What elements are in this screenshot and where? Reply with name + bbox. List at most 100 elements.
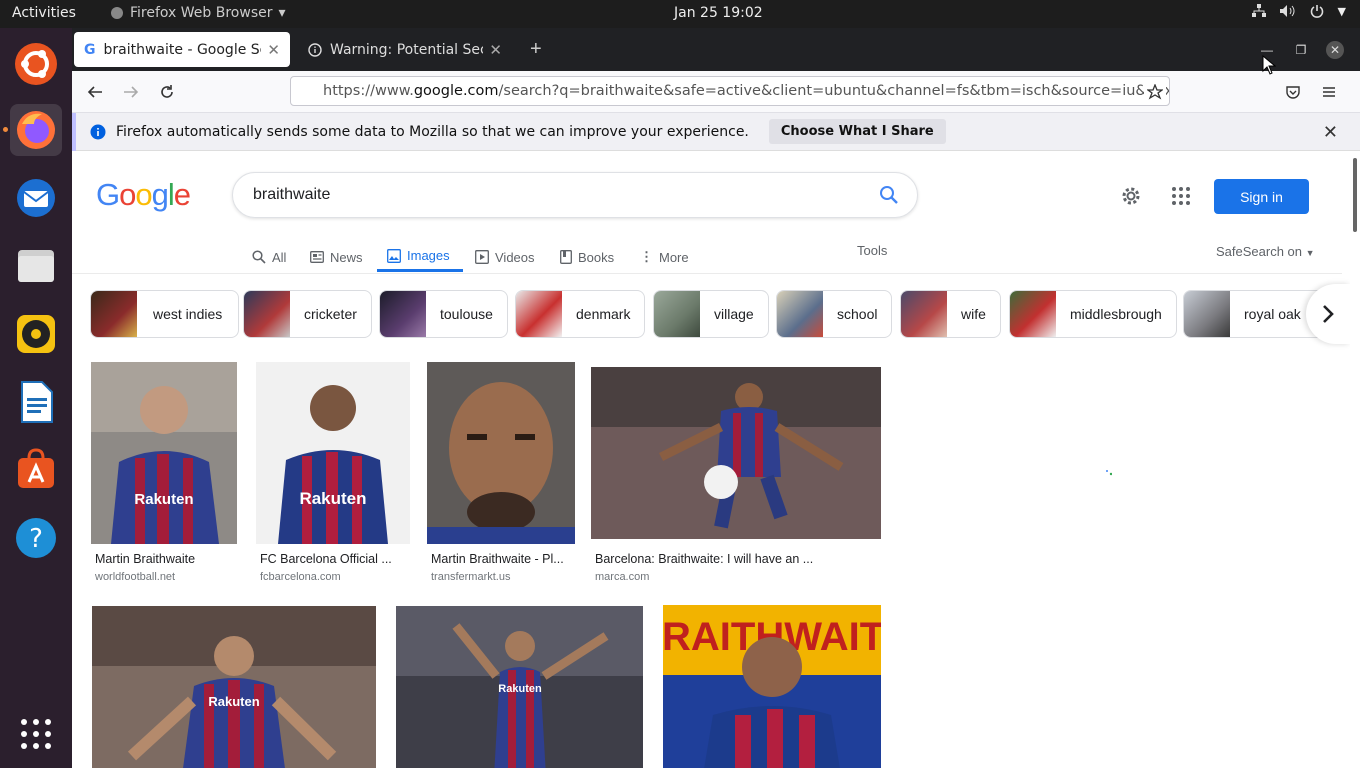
tools-button[interactable]: Tools: [857, 243, 887, 258]
result-caption: Martin Braithwaite - Pl...: [431, 552, 564, 566]
search-icon[interactable]: [879, 185, 899, 205]
tab-title: Warning: Potential Security Risk Ahead: [330, 41, 483, 58]
pocket-icon[interactable]: [1282, 81, 1304, 103]
files-icon[interactable]: [10, 240, 62, 292]
sign-in-button[interactable]: Sign in: [1214, 179, 1309, 214]
safesearch-toggle[interactable]: SafeSearch on ▼: [1216, 244, 1315, 259]
chip-denmark[interactable]: denmark: [515, 290, 646, 338]
sponsor-text: Rakuten: [498, 683, 542, 695]
chip-thumbnail: [1010, 291, 1056, 337]
image-result[interactable]: Barcelona: Braithwaite: I will have an .…: [591, 367, 881, 594]
tab-images[interactable]: Images: [377, 242, 463, 272]
gear-icon[interactable]: [1120, 185, 1142, 207]
chip-thumbnail: [901, 291, 947, 337]
google-apps-icon[interactable]: [1172, 187, 1190, 205]
logo-letter: g: [151, 177, 169, 212]
chip-label: wife: [961, 306, 986, 322]
thunderbird-icon[interactable]: [10, 172, 62, 224]
tab-more[interactable]: ⋮ More: [640, 242, 689, 272]
system-tray[interactable]: ▼: [1251, 4, 1346, 18]
navigation-toolbar: https://www. google.com/search?q=braithwa…: [72, 71, 1360, 113]
search-input[interactable]: braithwaite: [232, 172, 918, 218]
search-icon: [252, 250, 266, 264]
chip-thumbnail: [777, 291, 823, 337]
image-result[interactable]: Rakuten Martin Braithwaite worldfootball…: [91, 362, 237, 594]
app-center-icon[interactable]: [10, 444, 62, 496]
image-result[interactable]: Rakuten: [92, 606, 376, 768]
google-logo[interactable]: Google: [96, 177, 191, 213]
hamburger-menu-icon[interactable]: [1318, 81, 1340, 103]
system-top-bar: Activities Firefox Web Browser ▾ Jan 25 …: [0, 0, 1360, 28]
forward-icon[interactable]: [120, 81, 142, 103]
image-result[interactable]: BRAITHWAITE: [663, 605, 881, 768]
restore-icon[interactable]: ❐: [1292, 41, 1310, 59]
bookmark-star-icon[interactable]: [1144, 81, 1166, 103]
reload-icon[interactable]: [156, 81, 178, 103]
chip-label: west indies: [153, 306, 223, 322]
result-image[interactable]: Rakuten: [92, 606, 376, 768]
image-result[interactable]: Martin Braithwaite - Pl... transfermarkt…: [427, 362, 575, 594]
tab-all[interactable]: All: [252, 242, 286, 272]
tab-label: Images: [407, 248, 450, 263]
chip-village[interactable]: village: [653, 290, 769, 338]
chip-school[interactable]: school: [776, 290, 893, 338]
notification-message: Firefox automatically sends some data to…: [116, 123, 749, 140]
image-result[interactable]: Rakuten: [396, 606, 643, 768]
result-image[interactable]: [427, 362, 575, 544]
rhythmbox-icon[interactable]: [10, 308, 62, 360]
close-tab-icon[interactable]: ✕: [489, 41, 502, 59]
chip-west-indies[interactable]: west indies: [90, 290, 240, 338]
url-bar[interactable]: https://www. google.com/search?q=braithwa…: [290, 76, 1170, 106]
tab-books[interactable]: Books: [560, 242, 614, 272]
ubuntu-software-icon[interactable]: [10, 38, 62, 90]
url-host: google.com: [413, 83, 499, 99]
result-image[interactable]: BRAITHWAITE: [663, 605, 881, 768]
chip-middlesbrough[interactable]: middlesbrough: [1009, 290, 1177, 338]
search-query: braithwaite: [253, 186, 331, 203]
chevron-down-icon: ▾: [278, 5, 286, 21]
info-icon: [90, 124, 106, 139]
show-apps-icon[interactable]: [10, 708, 62, 760]
search-type-tabs: All News Images Videos Books ⋮ More Tool…: [72, 230, 1342, 274]
tab-security-warning[interactable]: Warning: Potential Security Risk Ahead ✕: [298, 32, 512, 67]
book-icon: [560, 250, 572, 264]
logo-letter: e: [173, 177, 191, 212]
tab-videos[interactable]: Videos: [475, 242, 535, 272]
image-result[interactable]: Rakuten FC Barcelona Official ... fcbarc…: [256, 362, 410, 594]
page-scrollbar[interactable]: [1350, 152, 1360, 768]
result-image[interactable]: [591, 367, 881, 539]
result-image[interactable]: Rakuten: [91, 362, 237, 544]
chip-cricketer[interactable]: cricketer: [243, 290, 372, 338]
firefox-small-icon: [111, 7, 123, 19]
result-caption: FC Barcelona Official ...: [260, 552, 392, 566]
tab-google-search[interactable]: G braithwaite - Google Search ✕: [74, 32, 290, 67]
scrollbar-thumb[interactable]: [1353, 158, 1357, 232]
writer-icon[interactable]: [10, 376, 62, 428]
sponsor-text: Rakuten: [299, 489, 366, 508]
chevron-down-icon: ▼: [1337, 4, 1346, 18]
tab-label: News: [330, 249, 363, 265]
help-icon[interactable]: ?: [10, 512, 62, 564]
app-menu[interactable]: Firefox Web Browser ▾: [110, 5, 286, 21]
close-tab-icon[interactable]: ✕: [267, 41, 280, 59]
tab-news[interactable]: News: [310, 242, 363, 272]
back-icon[interactable]: [84, 81, 106, 103]
chip-thumbnail: [654, 291, 700, 337]
result-image[interactable]: Rakuten: [396, 606, 643, 768]
new-tab-icon[interactable]: +: [530, 38, 542, 61]
chip-thumbnail: [91, 291, 137, 337]
chip-wife[interactable]: wife: [900, 290, 1001, 338]
close-notification-icon[interactable]: ✕: [1323, 122, 1338, 143]
firefox-icon[interactable]: [10, 104, 62, 156]
logo-letter: o: [119, 177, 136, 212]
choose-what-i-share-button[interactable]: Choose What I Share: [768, 119, 946, 144]
activities-button[interactable]: Activities: [12, 5, 76, 21]
news-icon: [310, 251, 324, 263]
close-window-icon[interactable]: ✕: [1326, 41, 1344, 59]
chip-toulouse[interactable]: toulouse: [379, 290, 508, 338]
result-image[interactable]: Rakuten: [256, 362, 410, 544]
clock[interactable]: Jan 25 19:02: [674, 5, 763, 21]
chip-label: royal oak: [1244, 306, 1301, 322]
url-prefix: https://www.: [323, 83, 414, 99]
tab-title: braithwaite - Google Search: [103, 41, 262, 58]
